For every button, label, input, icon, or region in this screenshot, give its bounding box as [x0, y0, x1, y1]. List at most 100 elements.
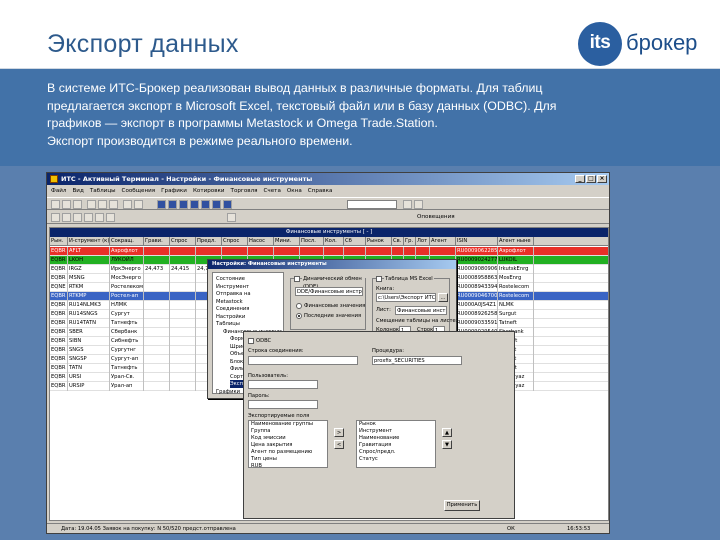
menu-item[interactable]: Таблицы — [90, 186, 116, 196]
menu-item[interactable]: Справка — [308, 186, 333, 196]
table-cell: MosEnrg — [498, 274, 534, 283]
column-header[interactable]: Кол. — [324, 237, 344, 246]
close-window-icon[interactable] — [227, 213, 236, 222]
menu-item[interactable]: Котировки — [193, 186, 225, 196]
user-field[interactable] — [248, 380, 318, 389]
export-fields-list[interactable]: Рынок Инструмент Наименование Гравитация Спр… — [356, 420, 436, 468]
column-header[interactable]: Насос — [248, 237, 274, 246]
connection-field[interactable] — [248, 356, 358, 365]
column-header[interactable]: Сб — [344, 237, 366, 246]
column-header[interactable]: Лот — [416, 237, 430, 246]
radio-last-values[interactable] — [296, 313, 302, 319]
save-icon[interactable] — [62, 200, 71, 209]
column-header[interactable]: Грави. — [144, 237, 170, 246]
available-fields-list[interactable]: Наименование группы Группа Код эмиссии Цена… — [248, 420, 328, 468]
dde-checkbox[interactable] — [294, 276, 300, 282]
list-item[interactable]: Наименование — [357, 435, 435, 442]
zoom-out-icon[interactable] — [62, 213, 71, 222]
table-cell: Сбербанк — [110, 328, 144, 337]
move-up-button[interactable]: ▲ — [442, 428, 452, 437]
book-path-field[interactable]: c:\Users\Экспорт ИТС.xls — [376, 293, 436, 302]
window-6-icon[interactable] — [212, 200, 221, 209]
menu-item[interactable]: Торговля — [231, 186, 258, 196]
column-header[interactable]: Гр. — [404, 237, 416, 246]
settings-dialog-title[interactable]: Настройки: Финансовые инструменты — [208, 260, 456, 269]
apply-button[interactable]: Применить — [444, 500, 480, 511]
procedure-field[interactable]: proxfix_SECURITIES — [372, 356, 462, 365]
add-field-button[interactable]: > — [334, 428, 344, 437]
text-icon[interactable] — [106, 213, 115, 222]
cut-icon[interactable] — [87, 200, 96, 209]
table-cell: RU0008926258 — [457, 310, 498, 319]
list-item[interactable]: Инструмент — [357, 428, 435, 435]
menu-item[interactable]: Окна — [287, 186, 302, 196]
column-header[interactable]: Спрос — [170, 237, 196, 246]
column-header[interactable]: И-струмент (к) — [68, 237, 110, 246]
column-header[interactable]: Агент ныне — [498, 237, 534, 246]
list-item[interactable]: Цена закрытия — [249, 442, 327, 449]
list-item[interactable]: Тип цены — [249, 456, 327, 463]
window-5-icon[interactable] — [201, 200, 210, 209]
column-header[interactable]: Мини. — [274, 237, 300, 246]
window-4-icon[interactable] — [190, 200, 199, 209]
print-icon[interactable] — [73, 200, 82, 209]
list-item[interactable]: Статус — [357, 456, 435, 463]
list-item[interactable]: Наименование группы — [249, 421, 327, 428]
move-down-button[interactable]: ▼ — [442, 440, 452, 449]
column-header[interactable]: Рынок — [366, 237, 392, 246]
list-item[interactable]: Рынок — [357, 421, 435, 428]
chart-icon[interactable] — [123, 200, 132, 209]
table-cell: RU0009024277 — [457, 256, 498, 265]
list-item[interactable]: RUB — [249, 463, 327, 467]
list-item[interactable]: Код эмиссии — [249, 435, 327, 442]
menu-item[interactable]: Графики — [161, 186, 187, 196]
line-icon[interactable] — [95, 213, 104, 222]
menu-item[interactable]: Файл — [51, 186, 66, 196]
column-header[interactable]: Рын. — [50, 237, 68, 246]
list-item[interactable]: Спрос/предл. — [357, 449, 435, 456]
odbc-checkbox[interactable] — [248, 338, 254, 344]
table-cell — [430, 247, 456, 256]
zoom-in-icon[interactable] — [51, 213, 60, 222]
list-item[interactable]: Гравитация — [357, 442, 435, 449]
table-icon[interactable] — [134, 200, 143, 209]
dde-topic-field[interactable]: DDE/Финансовые инструменты — [295, 287, 363, 296]
sheet-field[interactable]: Финансовые инструм — [395, 306, 447, 315]
column-header[interactable]: Св. — [392, 237, 404, 246]
column-header[interactable]: Спрос — [222, 237, 248, 246]
menu-item[interactable]: Счета — [264, 186, 281, 196]
menu-item[interactable]: Вид — [72, 186, 83, 196]
tree-item[interactable]: Графики — [216, 388, 240, 396]
list-item[interactable]: Агент по размещению — [249, 449, 327, 456]
column-header[interactable]: ISIN — [456, 237, 498, 246]
list-item[interactable]: Группа — [249, 428, 327, 435]
description-text: В системе ИТС-Брокер реализован вывод да… — [47, 80, 687, 150]
account-combo[interactable] — [347, 200, 397, 209]
column-header[interactable]: Сокращ. — [110, 237, 144, 246]
browse-button[interactable]: ... — [438, 293, 448, 302]
column-header[interactable]: Посл. — [300, 237, 324, 246]
password-field[interactable] — [248, 400, 318, 409]
window-2-icon[interactable] — [168, 200, 177, 209]
grid-icon[interactable] — [73, 213, 82, 222]
open-icon[interactable] — [51, 200, 60, 209]
window-titlebar[interactable]: ИТС - Активный Терминал - Настройки - Фи… — [47, 173, 609, 185]
paste-icon[interactable] — [109, 200, 118, 209]
window-3-icon[interactable] — [179, 200, 188, 209]
radio-financial-values[interactable] — [296, 303, 302, 309]
column-header[interactable]: Предл. — [196, 237, 222, 246]
window-1-icon[interactable] — [157, 200, 166, 209]
copy-icon[interactable] — [98, 200, 107, 209]
excel-checkbox[interactable] — [376, 276, 382, 282]
sell-icon[interactable] — [414, 200, 423, 209]
cursor-icon[interactable] — [84, 213, 93, 222]
close-icon[interactable]: × — [597, 175, 607, 183]
column-header[interactable]: Агент — [430, 237, 456, 246]
buy-icon[interactable] — [403, 200, 412, 209]
remove-field-button[interactable]: < — [334, 440, 344, 449]
window-7-icon[interactable] — [223, 200, 232, 209]
table-row[interactable]: EQBR AFLT Аэрофлот RU0009062285 Аэрофлот — [50, 247, 608, 256]
menu-item[interactable]: Сообщения — [122, 186, 156, 196]
maximize-icon[interactable]: □ — [586, 175, 596, 183]
minimize-icon[interactable]: _ — [575, 175, 585, 183]
